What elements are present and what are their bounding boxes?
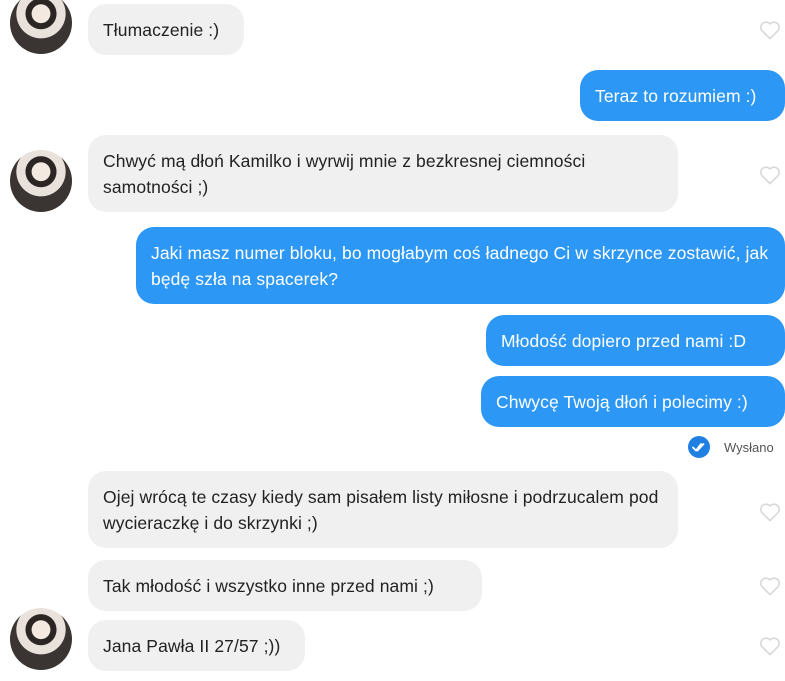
double-check-icon (688, 436, 710, 458)
message-status: Wysłano (688, 436, 774, 458)
incoming-message[interactable]: Tak młodość i wszystko inne przed nami ;… (88, 560, 482, 611)
message-text: Chwycę Twoją dłoń i polecimy :) (496, 392, 748, 412)
like-heart-icon[interactable] (759, 636, 781, 656)
incoming-message[interactable]: Chwyć mą dłoń Kamilko i wyrwij mnie z be… (88, 135, 678, 212)
incoming-message[interactable]: Ojej wrócą te czasy kiedy sam pisałem li… (88, 471, 678, 548)
message-text: Jana Pawła II 27/57 ;)) (103, 636, 281, 656)
outgoing-message[interactable]: Jaki masz numer bloku, bo mogłabym coś ł… (136, 227, 785, 304)
message-text: Tak młodość i wszystko inne przed nami ;… (103, 576, 434, 596)
message-text: Tłumaczenie :) (103, 20, 220, 40)
like-heart-icon[interactable] (759, 165, 781, 185)
contact-avatar[interactable] (10, 0, 72, 54)
contact-avatar[interactable] (10, 150, 72, 212)
incoming-message[interactable]: Jana Pawła II 27/57 ;)) (88, 620, 305, 671)
outgoing-message[interactable]: Młodość dopiero przed nami :D (486, 315, 785, 366)
message-text: Ojej wrócą te czasy kiedy sam pisałem li… (103, 487, 659, 533)
message-text: Chwyć mą dłoń Kamilko i wyrwij mnie z be… (103, 151, 586, 197)
contact-avatar[interactable] (10, 608, 72, 670)
status-label: Wysłano (724, 439, 774, 455)
like-heart-icon[interactable] (759, 502, 781, 522)
like-heart-icon[interactable] (759, 576, 781, 596)
outgoing-message[interactable]: Teraz to rozumiem :) (580, 70, 785, 121)
incoming-message[interactable]: Tłumaczenie :) (88, 4, 244, 55)
message-text: Jaki masz numer bloku, bo mogłabym coś ł… (151, 243, 769, 289)
outgoing-message[interactable]: Chwycę Twoją dłoń i polecimy :) (481, 376, 785, 427)
message-text: Młodość dopiero przed nami :D (501, 331, 747, 351)
message-text: Teraz to rozumiem :) (595, 86, 757, 106)
like-heart-icon[interactable] (759, 20, 781, 40)
